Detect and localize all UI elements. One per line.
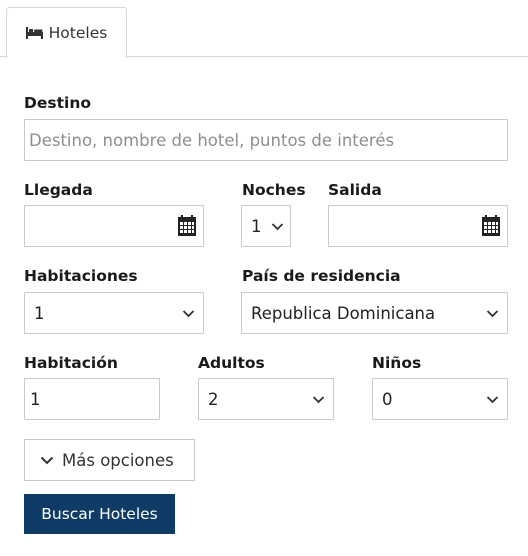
adults-label: Adultos <box>198 354 265 372</box>
chevron-down-icon <box>40 456 54 464</box>
checkin-date-input[interactable] <box>24 205 204 247</box>
search-hotels-button[interactable]: Buscar Hoteles <box>24 494 175 534</box>
tab-label: Hoteles <box>48 24 108 42</box>
chevron-down-icon <box>271 222 284 230</box>
destination-input[interactable]: Destino, nombre de hotel, puntos de inte… <box>24 119 508 161</box>
rooms-select[interactable]: 1 <box>24 292 204 334</box>
adults-value: 2 <box>208 389 219 409</box>
residence-value: Republica Dominicana <box>251 303 436 323</box>
more-options-label: Más opciones <box>62 450 174 470</box>
chevron-down-icon <box>312 395 325 403</box>
chevron-down-icon <box>486 309 499 317</box>
more-options-button[interactable]: Más opciones <box>24 439 195 481</box>
chevron-down-icon <box>182 309 195 317</box>
children-value: 0 <box>382 389 393 409</box>
nights-value: 1 <box>251 216 262 236</box>
nights-select[interactable]: 1 <box>241 205 291 247</box>
adults-select[interactable]: 2 <box>198 378 334 420</box>
children-label: Niños <box>372 354 422 372</box>
calendar-icon[interactable] <box>482 215 500 236</box>
chevron-down-icon <box>486 395 499 403</box>
residence-label: País de residencia <box>242 267 401 285</box>
children-select[interactable]: 0 <box>372 378 508 420</box>
checkin-label: Llegada <box>24 181 93 199</box>
room-label: Habitación <box>24 354 118 372</box>
tab-bar: Hoteles <box>0 0 528 58</box>
bed-icon <box>25 27 43 39</box>
checkout-date-input[interactable] <box>328 205 508 247</box>
checkout-label: Salida <box>328 181 382 199</box>
nights-label: Noches <box>242 181 306 199</box>
destination-label: Destino <box>24 94 92 112</box>
tab-hoteles[interactable]: Hoteles <box>6 7 127 58</box>
residence-select[interactable]: Republica Dominicana <box>241 292 508 334</box>
room-number-input[interactable]: 1 <box>24 378 160 420</box>
calendar-icon[interactable] <box>178 215 196 236</box>
rooms-value: 1 <box>34 303 45 323</box>
rooms-label: Habitaciones <box>24 267 138 285</box>
